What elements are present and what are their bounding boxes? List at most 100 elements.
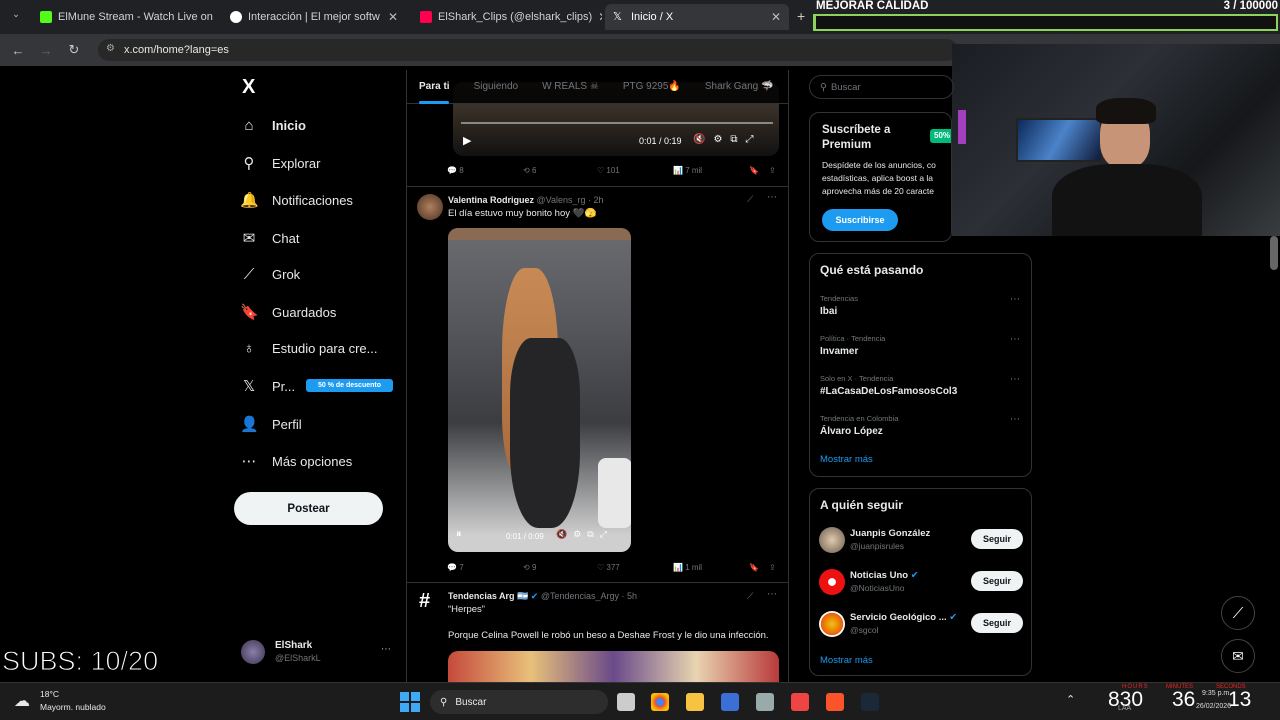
hashtag-avatar[interactable]: # (419, 590, 430, 613)
sidebar-item-pr[interactable]: 𝕏 Pr... (240, 377, 295, 395)
tab-ptg[interactable]: PTG 9295🔥 (611, 81, 693, 92)
tab-w-reals[interactable]: W REALS ☠ (530, 81, 611, 92)
bookmark-icon[interactable]: 🔖 (749, 563, 759, 572)
trend-item[interactable]: Tendencias Ibai ⋯ (820, 294, 1020, 328)
sidebar-item-label: Estudio para cre... (272, 341, 378, 356)
trend-more-icon[interactable]: ⋯ (1010, 374, 1020, 385)
follow-suggestion[interactable]: Servicio Geológico ... ✔ @sgcol Seguir (819, 609, 1031, 639)
trend-more-icon[interactable]: ⋯ (1010, 414, 1020, 425)
reload-icon[interactable]: ↻ (60, 42, 88, 58)
sidebar-item-label: Grok (272, 267, 301, 282)
share-icon[interactable]: ⇪ (769, 563, 776, 572)
task-view-icon[interactable] (617, 693, 635, 711)
grok-icon[interactable]: ⟋ (747, 194, 753, 205)
tray-date[interactable]: 26/02/2026 (1196, 703, 1231, 710)
reply-count[interactable]: 💬 8 (447, 166, 464, 175)
close-tab-icon[interactable]: ✕ (771, 10, 781, 24)
follow-suggestion[interactable]: Noticias Uno ✔ @NoticiasUno Seguir (819, 567, 1031, 597)
tray-time[interactable]: 9:35 p.m. (1202, 690, 1231, 697)
view-count[interactable]: 📊 1 mil (673, 563, 702, 572)
trend-more-icon[interactable]: ⋯ (1010, 294, 1020, 305)
close-tab-icon[interactable]: ✕ (388, 10, 398, 24)
taskbar-search[interactable]: ⚲ Buscar (430, 690, 608, 714)
like-count[interactable]: ♡ 377 (597, 563, 620, 572)
sidebar-item-grok[interactable]: ⟋ Grok (240, 266, 300, 283)
sidebar-item-explorar[interactable]: ⚲ Explorar (240, 154, 321, 172)
subscribe-button[interactable]: Suscribirse (822, 209, 898, 231)
url-field[interactable]: ⚙ x.com/home?lang=es (98, 39, 958, 61)
tray-chevron-icon[interactable]: ⌃ (1066, 693, 1075, 706)
sidebar-item-perfil[interactable]: 👤 Perfil (240, 415, 302, 433)
trend-item[interactable]: Tendencia en Colombia Álvaro López ⋯ (820, 414, 1020, 448)
follow-button[interactable]: Seguir (971, 529, 1023, 549)
tab-search-icon[interactable]: ⌄ (8, 9, 24, 25)
tab-tiktok[interactable]: ElShark_Clips (@elshark_clips) ✕ (412, 4, 602, 30)
steam-icon[interactable] (861, 693, 879, 711)
account-switcher[interactable]: ElShark @ElSharkL ⋯ (241, 638, 391, 668)
tab-para-ti[interactable]: Para ti (407, 81, 462, 92)
tab-elmune[interactable]: ElMune Stream - Watch Live on ✕ (32, 4, 216, 30)
chrome-icon[interactable] (651, 693, 669, 711)
close-tab-icon[interactable]: ✕ (598, 10, 602, 24)
video-controls-icons[interactable]: 🔇⚙⧉⤢ (556, 529, 613, 540)
weather-icon[interactable]: ☁ (14, 691, 30, 711)
view-count[interactable]: 📊 7 mil (673, 166, 702, 175)
search-input[interactable]: ⚲ Buscar (809, 75, 954, 99)
sidebar-item-más-opciones[interactable]: ⋯ Más opciones (240, 452, 353, 470)
post-more-icon[interactable]: ⋯ (767, 192, 777, 203)
sidebar-item-estudio-para-cre[interactable]: ♁ Estudio para cre... (240, 340, 378, 357)
post-video[interactable]: ⏸ 0:01 / 0:09 🔇⚙⧉⤢ (448, 228, 631, 552)
post-image[interactable] (448, 651, 779, 682)
bookmark-icon[interactable]: 🔖 (749, 166, 759, 175)
like-count[interactable]: ♡ 101 (597, 166, 620, 175)
explorer-icon[interactable] (686, 693, 704, 711)
video-controls-icons[interactable]: 🔇⚙⧉⤢ (693, 134, 762, 145)
pause-icon[interactable]: ⏸ (456, 528, 470, 542)
trend-more-icon[interactable]: ⋯ (1010, 334, 1020, 345)
new-tab-icon[interactable]: + (797, 8, 805, 24)
more-icon[interactable]: ⋯ (381, 644, 391, 655)
avatar[interactable] (417, 194, 443, 220)
sidebar-item-chat[interactable]: ✉ Chat (240, 229, 300, 247)
page-scrollbar[interactable] (1270, 236, 1278, 270)
sidebar-item-guardados[interactable]: 🔖 Guardados (240, 303, 336, 321)
tab-x-inicio[interactable]: 𝕏 Inicio / X ✕ (605, 4, 789, 30)
reply-count[interactable]: 💬 7 (447, 563, 464, 572)
trend-item[interactable]: Solo en X · Tendencia #LaCasaDeLosFamosos… (820, 374, 1020, 408)
trend-item[interactable]: Política · Tendencia Invamer ⋯ (820, 334, 1020, 368)
follow-button[interactable]: Seguir (971, 571, 1023, 591)
messages-float-icon[interactable]: ✉ (1221, 639, 1255, 673)
post-author[interactable]: Tendencias Arg 🇦🇷 (448, 591, 528, 601)
grok-icon[interactable]: ⟋ (747, 591, 753, 602)
repost-count[interactable]: ⟲ 9 (523, 563, 536, 572)
search-icon: ⚲ (820, 81, 827, 93)
sidebar-item-inicio[interactable]: ⌂ Inicio (240, 117, 305, 134)
brave-icon[interactable] (826, 693, 844, 711)
follow-suggestion[interactable]: Juanpis González @juanpisrules Seguir (819, 525, 1031, 555)
settings-icon[interactable] (756, 693, 774, 711)
back-icon[interactable]: ← (4, 43, 32, 58)
keyboard-lang[interactable]: LAA (1118, 705, 1131, 712)
repost-count[interactable]: ⟲ 6 (523, 166, 536, 175)
tab-siguiendo[interactable]: Siguiendo (462, 81, 530, 92)
trends-show-more[interactable]: Mostrar más (820, 454, 873, 465)
app-icon[interactable] (721, 693, 739, 711)
post-author[interactable]: Valentina Rodriguez (448, 195, 534, 205)
grok-float-icon[interactable]: ⟋ (1221, 596, 1255, 630)
follow-show-more[interactable]: Mostrar más (820, 655, 873, 666)
tab-shark-gang[interactable]: Shark Gang 🦈 (693, 81, 786, 92)
sidebar-item-notificaciones[interactable]: 🔔 Notificaciones (240, 191, 353, 209)
post-more-icon[interactable]: ⋯ (767, 589, 777, 600)
x-logo[interactable]: X (242, 76, 255, 99)
video-progress[interactable] (461, 122, 773, 124)
weather-temp: 18°C (40, 689, 59, 699)
start-icon[interactable] (400, 692, 420, 712)
tab-interaccion[interactable]: Interacción | El mejor softw ✕ (222, 4, 406, 30)
app-icon[interactable] (791, 693, 809, 711)
play-icon[interactable]: ▶ (463, 134, 471, 147)
site-settings-icon[interactable]: ⚙ (106, 43, 115, 54)
post-button[interactable]: Postear (234, 492, 383, 525)
share-icon[interactable]: ⇪ (769, 166, 776, 175)
follow-button[interactable]: Seguir (971, 613, 1023, 633)
forward-icon[interactable]: → (32, 43, 60, 58)
